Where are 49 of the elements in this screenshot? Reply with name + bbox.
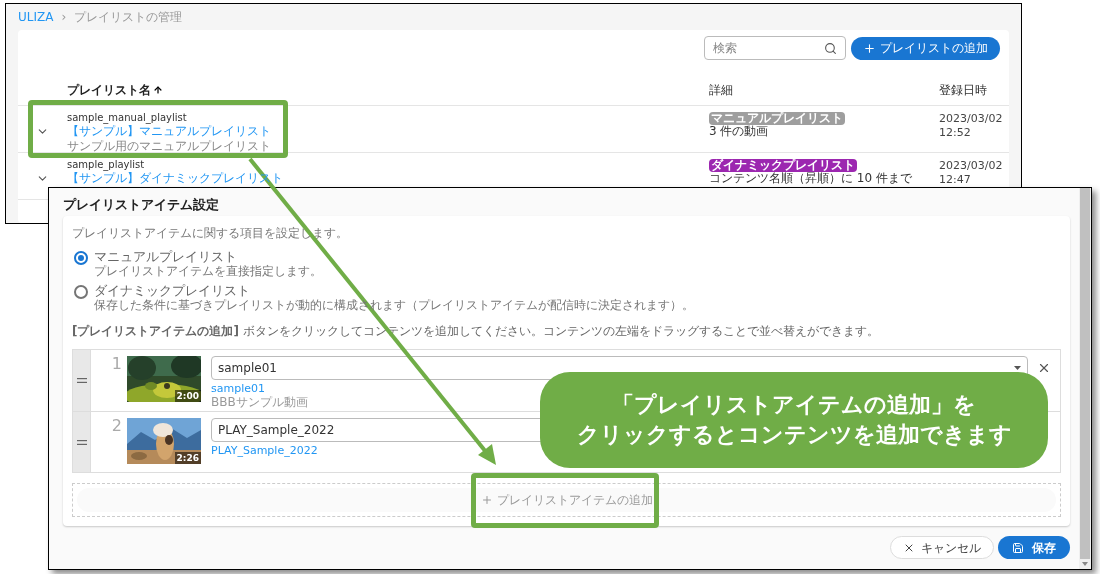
- add-item-button[interactable]: プレイリストアイテムの追加: [77, 488, 1056, 512]
- playlist-key: sample_manual_playlist: [67, 112, 187, 124]
- radio-label[interactable]: マニュアルプレイリスト: [94, 249, 237, 264]
- radio-description: プレイリストアイテムを直接指定します。: [94, 264, 322, 279]
- item-number: 1: [110, 353, 123, 375]
- search-bar[interactable]: 検索: [704, 36, 846, 60]
- content-description: BBBサンプル動画: [211, 395, 308, 409]
- breadcrumb-link[interactable]: ULIZA: [18, 9, 54, 25]
- drag-handle-icon: [76, 439, 87, 445]
- drag-handle-icon: [76, 378, 87, 383]
- dialog-title: プレイリストアイテム設定: [63, 196, 220, 214]
- radio-button[interactable]: [74, 285, 88, 299]
- close-icon[interactable]: [1037, 361, 1051, 375]
- radio-label[interactable]: ダイナミックプレイリスト: [94, 283, 250, 298]
- plus-icon: [480, 494, 493, 506]
- search-field[interactable]: 検索: [713, 39, 824, 57]
- callout-text: 「プレイリストアイテムの追加」を クリックするとコンテンツを追加できます: [576, 391, 1012, 449]
- playlist-detail: コンテンツ名順（昇順）に 10 件まで: [709, 172, 912, 185]
- playlist-description: サンプル用のマニュアルプレイリスト: [67, 139, 271, 154]
- add-playlist-button[interactable]: プレイリストの追加: [851, 36, 1000, 60]
- drag-handle[interactable]: [73, 350, 91, 411]
- cancel-button[interactable]: キャンセル: [890, 536, 994, 559]
- duration-badge: 2:00: [174, 390, 201, 402]
- playlist-type-tag: マニュアルプレイリスト: [709, 112, 845, 125]
- playlist-title[interactable]: 【サンプル】マニュアルプレイリスト: [67, 124, 271, 139]
- registered-date: 2023/03/02: [939, 159, 1004, 173]
- registered-time: 12:52: [939, 126, 972, 140]
- registered-date: 2023/03/02: [939, 112, 1004, 126]
- sort-arrow-icon[interactable]: [153, 84, 163, 95]
- content-link[interactable]: sample01: [211, 382, 265, 395]
- duration-badge: 2:26: [174, 452, 201, 464]
- column-header: 登録日時: [939, 81, 988, 99]
- plus-icon: [863, 41, 876, 55]
- content-link[interactable]: PLAY_Sample_2022: [211, 444, 318, 457]
- search-icon: [824, 41, 837, 55]
- column-header[interactable]: プレイリスト名: [67, 80, 151, 99]
- radio-button[interactable]: [74, 251, 88, 265]
- column-header: 詳細: [709, 81, 734, 99]
- playlist-key: sample_playlist: [67, 159, 145, 171]
- breadcrumb-current: プレイリストの管理: [74, 9, 183, 25]
- save-button[interactable]: 保存: [998, 536, 1070, 559]
- playlist-detail: 3 件の動画: [709, 125, 769, 138]
- drag-handle[interactable]: [73, 412, 91, 472]
- scrollbar[interactable]: [1079, 188, 1091, 569]
- item-number: 2: [110, 415, 123, 437]
- save-icon: [1012, 541, 1024, 554]
- registered-time: 12:47: [939, 173, 972, 187]
- playlist-type-tag: ダイナミックプレイリスト: [709, 159, 857, 172]
- breadcrumb-separator: ›: [61, 9, 67, 25]
